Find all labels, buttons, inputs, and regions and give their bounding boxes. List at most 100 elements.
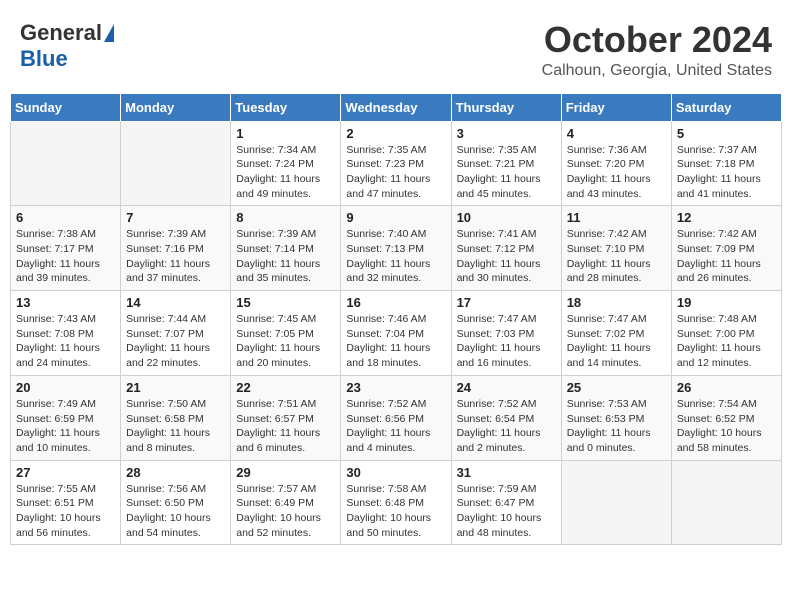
calendar-day-cell: 29Sunrise: 7:57 AMSunset: 6:49 PMDayligh… xyxy=(231,460,341,545)
day-info: Sunrise: 7:47 AMSunset: 7:02 PMDaylight:… xyxy=(567,312,666,371)
day-number: 23 xyxy=(346,380,445,395)
day-info: Sunrise: 7:58 AMSunset: 6:48 PMDaylight:… xyxy=(346,482,445,541)
calendar-day-cell xyxy=(671,460,781,545)
day-info: Sunrise: 7:56 AMSunset: 6:50 PMDaylight:… xyxy=(126,482,225,541)
weekday-header-cell: Thursday xyxy=(451,93,561,121)
day-number: 10 xyxy=(457,210,556,225)
day-number: 12 xyxy=(677,210,776,225)
day-number: 26 xyxy=(677,380,776,395)
day-number: 29 xyxy=(236,465,335,480)
day-info: Sunrise: 7:47 AMSunset: 7:03 PMDaylight:… xyxy=(457,312,556,371)
day-info: Sunrise: 7:41 AMSunset: 7:12 PMDaylight:… xyxy=(457,227,556,286)
month-title: October 2024 xyxy=(542,20,772,60)
calendar-week-row: 13 Sunrise: 7:43 AMSunset: 7:08 PMDayligh… xyxy=(11,291,782,376)
logo-triangle-icon xyxy=(104,24,114,42)
day-info: Sunrise: 7:35 AMSunset: 7:23 PMDaylight:… xyxy=(346,143,445,202)
day-info: Sunrise: 7:36 AMSunset: 7:20 PMDaylight:… xyxy=(567,143,666,202)
calendar-day-cell xyxy=(11,121,121,206)
calendar-day-cell: 17 Sunrise: 7:47 AMSunset: 7:03 PMDayligh… xyxy=(451,291,561,376)
day-info: Sunrise: 7:52 AMSunset: 6:54 PMDaylight:… xyxy=(457,397,556,456)
day-info: Sunrise: 7:53 AMSunset: 6:53 PMDaylight:… xyxy=(567,397,666,456)
day-number: 22 xyxy=(236,380,335,395)
calendar-day-cell: 19 Sunrise: 7:48 AMSunset: 7:00 PMDayligh… xyxy=(671,291,781,376)
day-number: 15 xyxy=(236,295,335,310)
calendar-day-cell: 21 Sunrise: 7:50 AMSunset: 6:58 PMDayligh… xyxy=(121,375,231,460)
page-header: General Blue October 2024 Calhoun, Georg… xyxy=(10,10,782,85)
calendar-day-cell: 30 Sunrise: 7:58 AMSunset: 6:48 PMDayligh… xyxy=(341,460,451,545)
day-number: 16 xyxy=(346,295,445,310)
day-info: Sunrise: 7:37 AMSunset: 7:18 PMDaylight:… xyxy=(677,143,776,202)
calendar-week-row: 1Sunrise: 7:34 AMSunset: 7:24 PMDaylight… xyxy=(11,121,782,206)
day-number: 13 xyxy=(16,295,115,310)
calendar-day-cell: 18 Sunrise: 7:47 AMSunset: 7:02 PMDayligh… xyxy=(561,291,671,376)
weekday-header-cell: Friday xyxy=(561,93,671,121)
day-number: 7 xyxy=(126,210,225,225)
calendar-day-cell: 14Sunrise: 7:44 AMSunset: 7:07 PMDayligh… xyxy=(121,291,231,376)
calendar-day-cell: 23Sunrise: 7:52 AMSunset: 6:56 PMDayligh… xyxy=(341,375,451,460)
day-number: 20 xyxy=(16,380,115,395)
calendar-day-cell: 13 Sunrise: 7:43 AMSunset: 7:08 PMDayligh… xyxy=(11,291,121,376)
weekday-header-row: SundayMondayTuesdayWednesdayThursdayFrid… xyxy=(11,93,782,121)
calendar-day-cell xyxy=(121,121,231,206)
calendar-day-cell: 27 Sunrise: 7:55 AMSunset: 6:51 PMDayligh… xyxy=(11,460,121,545)
day-info: Sunrise: 7:49 AMSunset: 6:59 PMDaylight:… xyxy=(16,397,115,456)
weekday-header-cell: Tuesday xyxy=(231,93,341,121)
weekday-header-cell: Saturday xyxy=(671,93,781,121)
day-info: Sunrise: 7:42 AMSunset: 7:09 PMDaylight:… xyxy=(677,227,776,286)
calendar-day-cell: 10 Sunrise: 7:41 AMSunset: 7:12 PMDayligh… xyxy=(451,206,561,291)
calendar-day-cell: 7Sunrise: 7:39 AMSunset: 7:16 PMDaylight… xyxy=(121,206,231,291)
day-number: 18 xyxy=(567,295,666,310)
calendar-table: SundayMondayTuesdayWednesdayThursdayFrid… xyxy=(10,93,782,546)
day-info: Sunrise: 7:59 AMSunset: 6:47 PMDaylight:… xyxy=(457,482,556,541)
day-number: 3 xyxy=(457,126,556,141)
logo: General Blue xyxy=(20,20,114,72)
day-number: 25 xyxy=(567,380,666,395)
day-number: 11 xyxy=(567,210,666,225)
calendar-day-cell: 8 Sunrise: 7:39 AMSunset: 7:14 PMDaylight… xyxy=(231,206,341,291)
day-number: 9 xyxy=(346,210,445,225)
day-number: 6 xyxy=(16,210,115,225)
calendar-week-row: 6Sunrise: 7:38 AMSunset: 7:17 PMDaylight… xyxy=(11,206,782,291)
day-number: 1 xyxy=(236,126,335,141)
logo-blue-text: Blue xyxy=(20,46,68,72)
day-info: Sunrise: 7:42 AMSunset: 7:10 PMDaylight:… xyxy=(567,227,666,286)
calendar-day-cell: 31Sunrise: 7:59 AMSunset: 6:47 PMDayligh… xyxy=(451,460,561,545)
calendar-day-cell: 5 Sunrise: 7:37 AMSunset: 7:18 PMDaylight… xyxy=(671,121,781,206)
weekday-header-cell: Monday xyxy=(121,93,231,121)
day-number: 17 xyxy=(457,295,556,310)
calendar-day-cell: 9 Sunrise: 7:40 AMSunset: 7:13 PMDaylight… xyxy=(341,206,451,291)
day-info: Sunrise: 7:35 AMSunset: 7:21 PMDaylight:… xyxy=(457,143,556,202)
calendar-day-cell: 15 Sunrise: 7:45 AMSunset: 7:05 PMDayligh… xyxy=(231,291,341,376)
day-info: Sunrise: 7:43 AMSunset: 7:08 PMDaylight:… xyxy=(16,312,115,371)
day-number: 21 xyxy=(126,380,225,395)
day-info: Sunrise: 7:40 AMSunset: 7:13 PMDaylight:… xyxy=(346,227,445,286)
day-number: 30 xyxy=(346,465,445,480)
day-number: 28 xyxy=(126,465,225,480)
calendar-week-row: 27 Sunrise: 7:55 AMSunset: 6:51 PMDayligh… xyxy=(11,460,782,545)
day-number: 27 xyxy=(16,465,115,480)
day-info: Sunrise: 7:55 AMSunset: 6:51 PMDaylight:… xyxy=(16,482,115,541)
logo-general-text: General xyxy=(20,20,102,46)
calendar-day-cell: 2 Sunrise: 7:35 AMSunset: 7:23 PMDaylight… xyxy=(341,121,451,206)
calendar-day-cell: 22Sunrise: 7:51 AMSunset: 6:57 PMDayligh… xyxy=(231,375,341,460)
calendar-day-cell: 12 Sunrise: 7:42 AMSunset: 7:09 PMDayligh… xyxy=(671,206,781,291)
day-info: Sunrise: 7:45 AMSunset: 7:05 PMDaylight:… xyxy=(236,312,335,371)
day-info: Sunrise: 7:50 AMSunset: 6:58 PMDaylight:… xyxy=(126,397,225,456)
weekday-header-cell: Wednesday xyxy=(341,93,451,121)
day-number: 8 xyxy=(236,210,335,225)
calendar-week-row: 20 Sunrise: 7:49 AMSunset: 6:59 PMDayligh… xyxy=(11,375,782,460)
day-number: 2 xyxy=(346,126,445,141)
location-title: Calhoun, Georgia, United States xyxy=(542,62,772,80)
day-number: 5 xyxy=(677,126,776,141)
day-number: 19 xyxy=(677,295,776,310)
calendar-day-cell: 24 Sunrise: 7:52 AMSunset: 6:54 PMDayligh… xyxy=(451,375,561,460)
title-block: October 2024 Calhoun, Georgia, United St… xyxy=(542,20,772,80)
calendar-day-cell: 16Sunrise: 7:46 AMSunset: 7:04 PMDayligh… xyxy=(341,291,451,376)
day-info: Sunrise: 7:48 AMSunset: 7:00 PMDaylight:… xyxy=(677,312,776,371)
calendar-day-cell: 6Sunrise: 7:38 AMSunset: 7:17 PMDaylight… xyxy=(11,206,121,291)
day-number: 24 xyxy=(457,380,556,395)
calendar-day-cell: 3 Sunrise: 7:35 AMSunset: 7:21 PMDaylight… xyxy=(451,121,561,206)
day-info: Sunrise: 7:39 AMSunset: 7:14 PMDaylight:… xyxy=(236,227,335,286)
day-info: Sunrise: 7:44 AMSunset: 7:07 PMDaylight:… xyxy=(126,312,225,371)
calendar-day-cell: 28 Sunrise: 7:56 AMSunset: 6:50 PMDayligh… xyxy=(121,460,231,545)
